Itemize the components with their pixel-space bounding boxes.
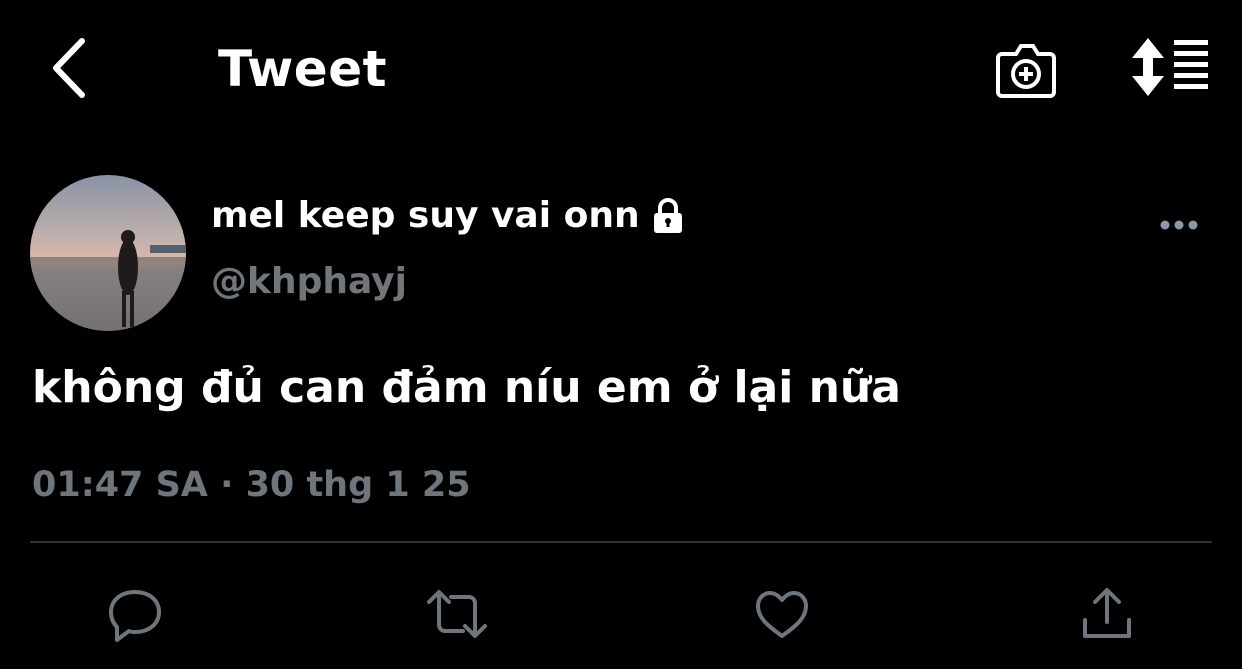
tweet-date: 30 thg 1 25 [245,465,471,505]
author-handle[interactable]: @khphayj [211,258,407,306]
avatar-image [30,175,186,331]
reply-icon [109,590,161,642]
tweet-time: 01:47 SA [32,465,208,505]
like-button[interactable] [750,582,814,646]
sort-icon [1132,38,1208,96]
camera-plus-icon [996,44,1056,98]
camera-button[interactable] [992,34,1060,102]
retweet-button[interactable] [425,582,489,646]
meta-separator: · [220,465,234,505]
share-button[interactable] [1075,582,1139,646]
lock-icon [653,198,682,233]
page-title: Tweet [218,40,388,98]
author-display-name[interactable]: mel keep suy vai onn [211,192,688,240]
more-options-button[interactable] [1154,208,1204,242]
heart-icon [756,591,808,638]
sort-button[interactable] [1128,34,1212,100]
chevron-left-icon [53,38,85,98]
display-name-text: mel keep suy vai onn [211,195,640,236]
divider [30,541,1212,543]
more-horizontal-icon [1160,220,1198,230]
top-bar: Tweet [0,0,1242,140]
reply-button[interactable] [103,582,167,646]
back-button[interactable] [40,35,96,101]
retweet-icon [427,590,487,638]
tweet-text: không đủ can đảm níu em ở lại nữa [32,362,901,413]
share-icon [1083,588,1131,638]
tweet-timestamp: 01:47 SA · 30 thg 1 25 [32,460,471,510]
avatar[interactable] [30,175,186,331]
